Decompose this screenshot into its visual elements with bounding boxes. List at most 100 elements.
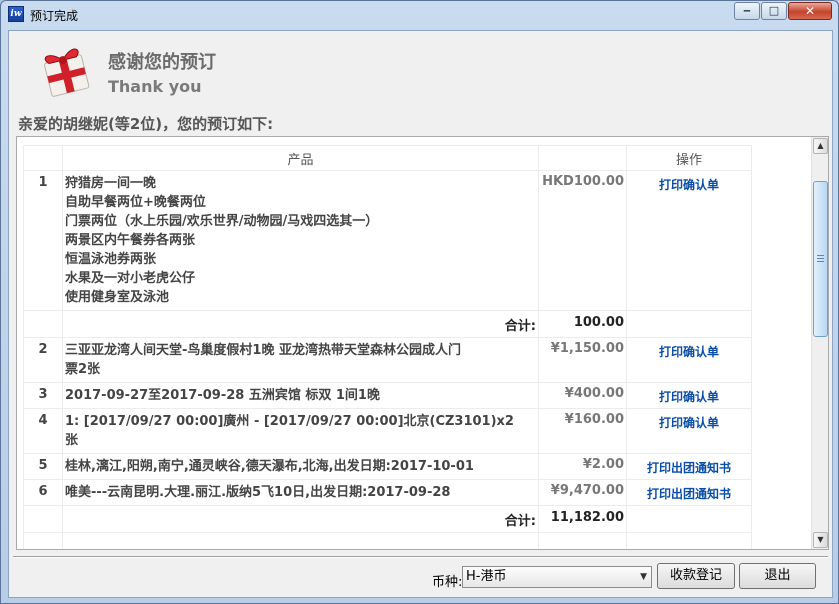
- row-number: 4: [23, 408, 63, 454]
- price-cell: ¥2.00: [538, 453, 627, 480]
- empty-cell: [538, 532, 627, 549]
- currency-select[interactable]: H-港币 ▼: [462, 566, 652, 588]
- order-grid[interactable]: 产品 操作 1 狩猎房一间一晚 自助早餐两位+晚餐两位 门票两位（水上乐园/欢乐…: [16, 136, 829, 550]
- empty-row: [23, 532, 752, 549]
- product-line: 1: [2017/09/27 00:00]廣州 - [2017/09/27 00…: [65, 414, 514, 429]
- total-action-spacer: [626, 505, 752, 533]
- currency-label: 币种:: [432, 575, 463, 590]
- table-row: 1 狩猎房一间一晚 自助早餐两位+晚餐两位 门票两位（水上乐园/欢乐世界/动物园…: [23, 170, 752, 311]
- dialog-window: iw 预订完成 ‒ □ ✕ 感谢您的预订 Thank you 亲爱的胡继妮(等2…: [0, 0, 839, 604]
- empty-cell: [62, 532, 539, 549]
- product-line: 狩猎房一间一晚: [65, 176, 157, 191]
- subtotal-row: 合计: 100.00: [23, 310, 752, 338]
- print-tour-notice-link[interactable]: 打印出团通知书: [647, 487, 731, 501]
- column-header-price: [538, 145, 627, 171]
- action-cell: 打印出团通知书: [626, 453, 752, 480]
- thank-you-title-en: Thank you: [108, 77, 202, 96]
- minimize-button[interactable]: ‒: [734, 2, 760, 20]
- title-bar[interactable]: iw 预订完成 ‒ □ ✕: [1, 1, 838, 29]
- subtotal-value: 100.00: [538, 310, 627, 338]
- price-cell: ¥400.00: [538, 382, 627, 409]
- product-line: 票2张: [65, 362, 101, 377]
- maximize-icon: □: [768, 4, 780, 17]
- action-cell: 打印确认单: [626, 337, 752, 383]
- maximize-button[interactable]: □: [761, 2, 787, 20]
- scroll-grip-icon: [817, 255, 824, 262]
- product-cell: 唯美---云南昆明.大理.丽江.版纳5飞10日,出发日期:2017-09-28: [62, 479, 539, 506]
- table-row: 6 唯美---云南昆明.大理.丽江.版纳5飞10日,出发日期:2017-09-2…: [23, 479, 752, 506]
- price-cell: ¥9,470.00: [538, 479, 627, 506]
- action-cell: 打印确认单: [626, 382, 752, 409]
- print-confirmation-link[interactable]: 打印确认单: [659, 390, 719, 404]
- scroll-down-icon[interactable]: ▼: [813, 532, 828, 548]
- column-header-action: 操作: [626, 145, 752, 171]
- total-label: 合计:: [62, 505, 539, 533]
- product-line: 三亚亚龙湾人间天堂-鸟巢度假村1晚 亚龙湾热带天堂森林公园成人门: [65, 343, 461, 358]
- row-number: 2: [23, 337, 63, 383]
- action-cell: 打印确认单: [626, 170, 752, 311]
- table-row: 3 2017-09-27至2017-09-28 五洲宾馆 标双 1间1晚 ¥40…: [23, 382, 752, 409]
- product-line: 恒温泳池券两张: [65, 252, 157, 267]
- total-value: 11,182.00: [538, 505, 627, 533]
- window-controls: ‒ □ ✕: [733, 2, 832, 20]
- greeting-text: 亲爱的胡继妮(等2位)，您的预订如下:: [18, 115, 274, 133]
- table-row: 2 三亚亚龙湾人间天堂-鸟巢度假村1晚 亚龙湾热带天堂森林公园成人门 票2张 ¥…: [23, 337, 752, 383]
- product-cell: 三亚亚龙湾人间天堂-鸟巢度假村1晚 亚龙湾热带天堂森林公园成人门 票2张: [62, 337, 539, 383]
- currency-value: H-港币: [466, 569, 507, 584]
- total-row: 合计: 11,182.00: [23, 505, 752, 533]
- scroll-thumb[interactable]: [813, 181, 828, 337]
- column-header-no: [23, 145, 63, 171]
- total-spacer: [23, 505, 63, 533]
- product-line: 两景区内午餐券各两张: [65, 233, 196, 248]
- product-cell: 2017-09-27至2017-09-28 五洲宾馆 标双 1间1晚: [62, 382, 539, 409]
- subtotal-spacer: [23, 310, 63, 338]
- minimize-icon: ‒: [743, 4, 751, 17]
- exit-button[interactable]: 退出: [739, 563, 816, 589]
- window-title: 预订完成: [30, 9, 79, 23]
- footer-divider: [13, 556, 828, 558]
- gift-icon: [44, 48, 90, 97]
- row-number: 1: [23, 170, 63, 311]
- action-cell: 打印出团通知书: [626, 479, 752, 506]
- empty-cell: [23, 532, 63, 549]
- row-number: 5: [23, 453, 63, 480]
- price-cell: HKD100.00: [538, 170, 627, 311]
- print-confirmation-link[interactable]: 打印确认单: [659, 416, 719, 430]
- product-line: 张: [65, 433, 79, 448]
- product-line: 水果及一对小老虎公仔: [65, 271, 196, 286]
- table-row: 5 桂林,漓江,阳朔,南宁,通灵峡谷,德天瀑布,北海,出发日期:2017-10-…: [23, 453, 752, 480]
- subtotal-label: 合计:: [62, 310, 539, 338]
- product-line: 2017-09-27至2017-09-28 五洲宾馆 标双 1间1晚: [65, 388, 380, 403]
- scroll-up-icon[interactable]: ▲: [813, 138, 828, 154]
- price-cell: ¥1,150.00: [538, 337, 627, 383]
- product-cell: 1: [2017/09/27 00:00]廣州 - [2017/09/27 00…: [62, 408, 539, 454]
- close-icon: ✕: [804, 4, 816, 18]
- product-line: 桂林,漓江,阳朔,南宁,通灵峡谷,德天瀑布,北海,出发日期:2017-10-01: [65, 459, 474, 474]
- product-line: 门票两位（水上乐园/欢乐世界/动物园/马戏四选其一）: [65, 214, 379, 229]
- vertical-scrollbar[interactable]: ▲ ▼: [811, 137, 828, 549]
- row-number: 3: [23, 382, 63, 409]
- order-table: 产品 操作 1 狩猎房一间一晚 自助早餐两位+晚餐两位 门票两位（水上乐园/欢乐…: [23, 145, 752, 549]
- close-button[interactable]: ✕: [788, 2, 832, 20]
- product-line: 唯美---云南昆明.大理.丽江.版纳5飞10日,出发日期:2017-09-28: [65, 485, 451, 500]
- print-tour-notice-link[interactable]: 打印出团通知书: [647, 461, 731, 475]
- product-line: 使用健身室及泳池: [65, 290, 170, 305]
- payment-register-button[interactable]: 收款登记: [657, 563, 735, 589]
- app-icon: iw: [8, 6, 24, 22]
- product-cell: 狩猎房一间一晚 自助早餐两位+晚餐两位 门票两位（水上乐园/欢乐世界/动物园/马…: [62, 170, 539, 311]
- print-confirmation-link[interactable]: 打印确认单: [659, 178, 719, 192]
- dropdown-arrow-icon[interactable]: ▼: [640, 567, 647, 587]
- empty-cell: [626, 532, 752, 549]
- thank-you-title-cn: 感谢您的预订: [108, 52, 216, 73]
- dialog-content: 感谢您的预订 Thank you 亲爱的胡继妮(等2位)，您的预订如下: 产品 …: [8, 30, 833, 598]
- price-cell: ¥160.00: [538, 408, 627, 454]
- product-line: 自助早餐两位+晚餐两位: [65, 195, 206, 210]
- table-row: 4 1: [2017/09/27 00:00]廣州 - [2017/09/27 …: [23, 408, 752, 454]
- column-header-product: 产品: [62, 145, 539, 171]
- subtotal-action-spacer: [626, 310, 752, 338]
- print-confirmation-link[interactable]: 打印确认单: [659, 345, 719, 359]
- product-cell: 桂林,漓江,阳朔,南宁,通灵峡谷,德天瀑布,北海,出发日期:2017-10-01: [62, 453, 539, 480]
- action-cell: 打印确认单: [626, 408, 752, 454]
- table-header-row: 产品 操作: [23, 145, 752, 171]
- row-number: 6: [23, 479, 63, 506]
